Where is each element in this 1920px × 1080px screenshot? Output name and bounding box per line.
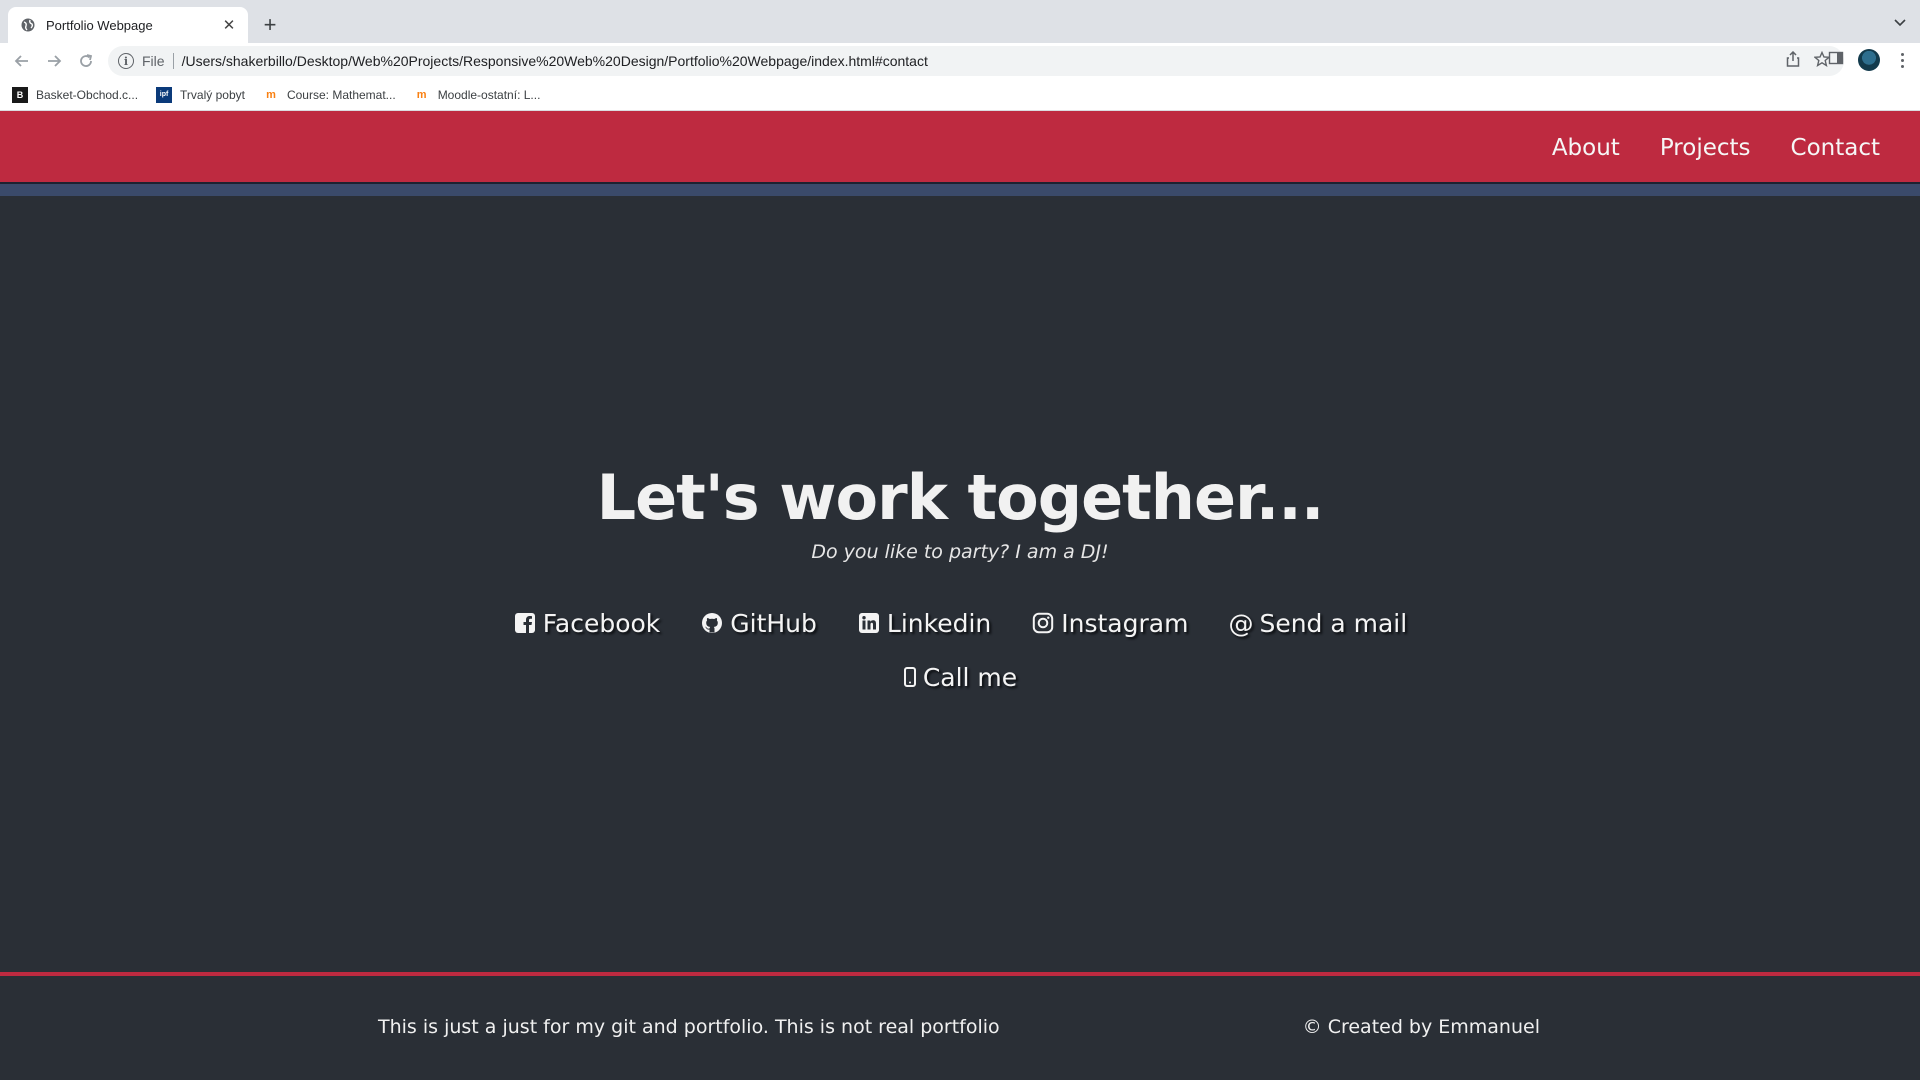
- bookmark-favicon-icon: B: [12, 86, 28, 103]
- url-text[interactable]: /Users/shakerbillo/Desktop/Web%20Project…: [182, 53, 928, 69]
- linkedin-icon: [857, 611, 881, 635]
- site-nav: About Projects Contact: [1552, 111, 1880, 184]
- instagram-icon: [1031, 611, 1055, 635]
- bookmark-item[interactable]: m Moodle-ostatní: L...: [414, 87, 541, 103]
- header-stripe: [0, 184, 1920, 196]
- omnibox-divider: [172, 53, 174, 69]
- bookmark-favicon-icon: ipf: [156, 86, 173, 103]
- globe-icon: [20, 17, 36, 33]
- github-icon: [700, 611, 724, 635]
- nav-link-projects[interactable]: Projects: [1660, 135, 1751, 161]
- facebook-icon: [513, 611, 537, 635]
- close-tab-icon[interactable]: ✕: [220, 16, 238, 34]
- contact-links: Facebook GitHub Linkedin Instagram @ Sen…: [460, 606, 1460, 694]
- browser-tabstrip: Portfolio Webpage ✕ +: [0, 0, 1920, 43]
- nav-link-contact[interactable]: Contact: [1791, 135, 1880, 161]
- new-tab-button[interactable]: +: [256, 12, 284, 40]
- footer-credit: © Created by Emmanuel: [1302, 1016, 1540, 1038]
- contact-section: Let's work together... Do you like to pa…: [0, 196, 1920, 972]
- bookmark-item[interactable]: ipf Trvalý pobyt: [156, 86, 245, 103]
- toolbar-actions: [1828, 49, 1910, 71]
- browser-tab[interactable]: Portfolio Webpage ✕: [8, 7, 248, 43]
- footer-note: This is just a just for my git and portf…: [378, 1016, 1000, 1038]
- link-label: Linkedin: [886, 608, 992, 638]
- reload-icon[interactable]: [74, 49, 98, 73]
- link-label: GitHub: [730, 608, 817, 638]
- contact-subtitle: Do you like to party? I am a DJ!: [811, 541, 1109, 563]
- bookmark-item[interactable]: m Course: Mathemat...: [263, 87, 396, 103]
- omnibox-actions: [1786, 50, 1831, 72]
- share-icon[interactable]: [1786, 50, 1800, 72]
- profile-avatar[interactable]: [1858, 49, 1880, 71]
- send-mail-link[interactable]: @ Send a mail: [1228, 606, 1407, 640]
- facebook-link[interactable]: Facebook: [513, 606, 660, 640]
- link-label: Send a mail: [1259, 608, 1408, 638]
- linkedin-link[interactable]: Linkedin: [857, 606, 991, 640]
- bookmark-label: Course: Mathemat...: [286, 87, 396, 102]
- back-arrow-icon[interactable]: [10, 49, 34, 73]
- bookmark-label: Moodle-ostatní: L...: [437, 87, 541, 102]
- bookmark-label: Basket-Obchod.c...: [36, 87, 139, 102]
- link-label: Call me: [922, 662, 1018, 692]
- call-me-link[interactable]: Call me: [903, 660, 1017, 694]
- bookmark-item[interactable]: B Basket-Obchod.c...: [12, 86, 139, 103]
- site-footer: This is just a just for my git and portf…: [0, 972, 1920, 1080]
- link-label: Facebook: [542, 608, 661, 638]
- moodle-icon: m: [416, 88, 427, 101]
- link-label: Instagram: [1061, 608, 1189, 638]
- at-icon: @: [1228, 608, 1254, 638]
- site-header: About Projects Contact: [0, 111, 1920, 184]
- phone-icon: [903, 665, 917, 689]
- contact-title: Let's work together...: [596, 461, 1325, 534]
- instagram-link[interactable]: Instagram: [1031, 606, 1188, 640]
- side-panel-icon[interactable]: [1828, 50, 1844, 71]
- nav-link-about[interactable]: About: [1552, 135, 1620, 161]
- tab-title: Portfolio Webpage: [46, 17, 153, 33]
- info-icon[interactable]: i: [118, 53, 134, 69]
- browser-menu-icon[interactable]: [1894, 52, 1910, 68]
- url-scheme: File: [142, 53, 165, 69]
- address-bar[interactable]: i File /Users/shakerbillo/Desktop/Web%20…: [108, 46, 1844, 76]
- tab-search-chevron-icon[interactable]: [1890, 13, 1910, 33]
- bookmark-label: Trvalý pobyt: [180, 87, 245, 102]
- github-link[interactable]: GitHub: [700, 606, 817, 640]
- forward-arrow-icon[interactable]: [42, 49, 66, 73]
- moodle-icon: m: [266, 88, 276, 101]
- browser-toolbar: i File /Users/shakerbillo/Desktop/Web%20…: [0, 43, 1920, 79]
- bookmarks-bar: B Basket-Obchod.c... ipf Trvalý pobyt m …: [0, 79, 1920, 111]
